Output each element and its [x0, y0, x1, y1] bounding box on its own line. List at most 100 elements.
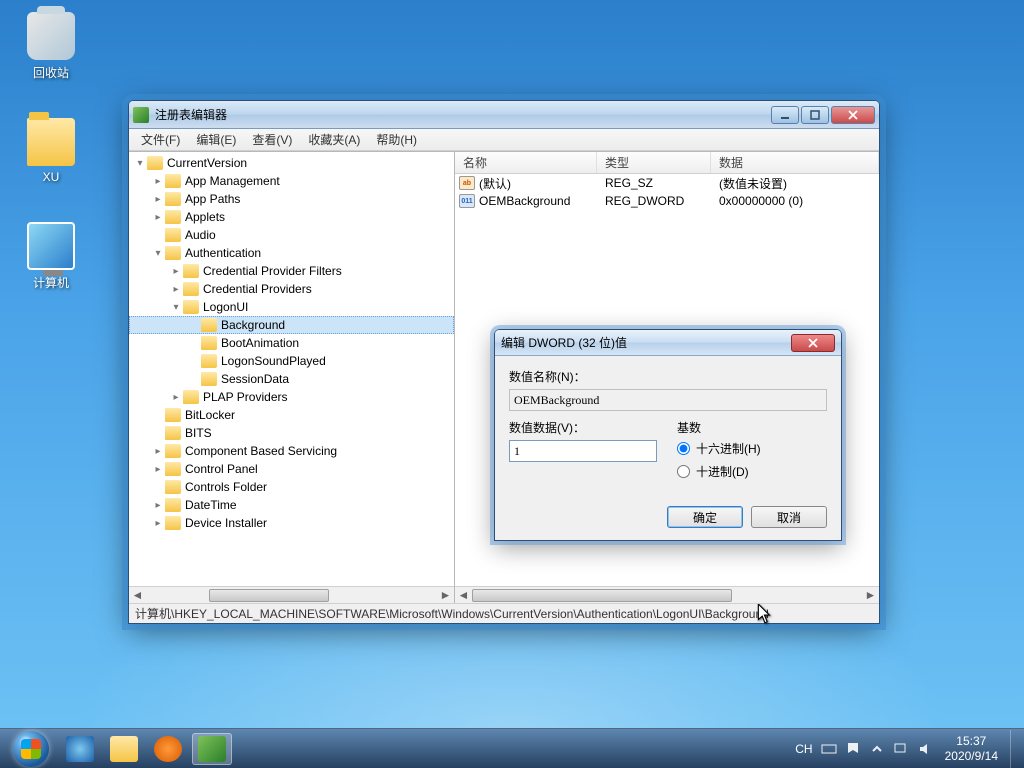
tree-node[interactable]: ▸Control Panel: [129, 460, 454, 478]
taskbar-clock[interactable]: 15:37 2020/9/14: [941, 734, 1002, 763]
close-button[interactable]: [831, 106, 875, 124]
tree-expander-icon[interactable]: ▾: [151, 246, 165, 260]
keyboard-icon[interactable]: [821, 741, 837, 757]
tree-expander-icon[interactable]: ▸: [169, 264, 183, 278]
radio-hex-row[interactable]: 十六进制(H): [677, 440, 761, 457]
tree-expander-icon[interactable]: ▾: [133, 156, 147, 170]
taskbar-media-player[interactable]: [148, 733, 188, 765]
taskbar-regedit[interactable]: [192, 733, 232, 765]
value-data-label: 数值数据(V)：: [509, 419, 657, 436]
value-data-input[interactable]: [509, 440, 657, 462]
tree-node-label: BootAnimation: [221, 336, 299, 350]
col-data[interactable]: 数据: [711, 152, 879, 173]
taskbar-explorer[interactable]: [104, 733, 144, 765]
tree-node[interactable]: ▸Credential Providers: [129, 280, 454, 298]
network-icon[interactable]: [893, 741, 909, 757]
tree-node[interactable]: Controls Folder: [129, 478, 454, 496]
folder-icon: [165, 408, 181, 422]
folder-icon: [183, 264, 199, 278]
tree-node[interactable]: ▾ Authentication: [129, 244, 454, 262]
value-type-icon: 011: [459, 194, 475, 208]
volume-icon[interactable]: [917, 741, 933, 757]
tree-node[interactable]: ▸App Management: [129, 172, 454, 190]
lang-indicator[interactable]: CH: [795, 742, 812, 756]
system-tray[interactable]: CH 15:37 2020/9/14: [787, 734, 1010, 763]
tree-node-label: LogonUI: [203, 300, 248, 314]
tree-pane[interactable]: ▾CurrentVersion▸App Management▸App Paths…: [129, 152, 455, 603]
tree-expander-icon[interactable]: ▸: [169, 390, 183, 404]
tree-expander-icon[interactable]: ▸: [151, 444, 165, 458]
tree-node[interactable]: ▾ LogonUI: [129, 298, 454, 316]
value-data: 0x00000000 (0): [711, 194, 879, 208]
radio-dec[interactable]: [677, 465, 690, 478]
tree-node[interactable]: ▾CurrentVersion: [129, 154, 454, 172]
tree-node-label: LogonSoundPlayed: [221, 354, 326, 368]
tree-node[interactable]: LogonSoundPlayed: [129, 352, 454, 370]
tree-node[interactable]: SessionData: [129, 370, 454, 388]
titlebar[interactable]: 注册表编辑器: [129, 101, 879, 129]
tree-node[interactable]: Background: [129, 316, 454, 334]
folder-icon: [147, 156, 163, 170]
tree-expander-icon[interactable]: ▸: [151, 462, 165, 476]
action-center-icon[interactable]: [845, 741, 861, 757]
minimize-button[interactable]: [771, 106, 799, 124]
menu-favorites[interactable]: 收藏夹(A): [300, 129, 368, 150]
desktop-icon-recycle-bin[interactable]: 回收站: [14, 12, 88, 81]
maximize-button[interactable]: [801, 106, 829, 124]
tree-node[interactable]: BITS: [129, 424, 454, 442]
tree-node[interactable]: ▸PLAP Providers: [129, 388, 454, 406]
menu-help[interactable]: 帮助(H): [368, 129, 425, 150]
regedit-app-icon: [133, 107, 149, 123]
folder-icon: [165, 210, 181, 224]
tree-expander-icon[interactable]: ▸: [169, 282, 183, 296]
dialog-close-button[interactable]: [791, 334, 835, 352]
tree-node[interactable]: ▸Component Based Servicing: [129, 442, 454, 460]
folder-icon: [201, 318, 217, 332]
col-type[interactable]: 类型: [597, 152, 711, 173]
tree-expander-icon[interactable]: ▸: [151, 498, 165, 512]
tree-expander-icon: [151, 426, 165, 440]
tree-node[interactable]: BootAnimation: [129, 334, 454, 352]
folder-icon: [201, 336, 217, 350]
cancel-button[interactable]: 取消: [751, 506, 827, 528]
list-row[interactable]: ab(默认)REG_SZ(数值未设置): [455, 174, 879, 192]
desktop-icon-computer[interactable]: 计算机: [14, 222, 88, 291]
tree-node[interactable]: ▸ Device Installer: [129, 514, 454, 532]
menu-view[interactable]: 查看(V): [244, 129, 300, 150]
desktop-icon-folder-xu[interactable]: XU: [14, 118, 88, 184]
ok-button[interactable]: 确定: [667, 506, 743, 528]
taskbar[interactable]: CH 15:37 2020/9/14: [0, 728, 1024, 768]
tree-node[interactable]: Audio: [129, 226, 454, 244]
radio-hex[interactable]: [677, 442, 690, 455]
folder-icon: [183, 390, 199, 404]
tree-node-label: Device Installer: [185, 516, 267, 530]
value-type: REG_DWORD: [597, 194, 711, 208]
tree-expander-icon[interactable]: ▾: [169, 300, 183, 314]
show-desktop-button[interactable]: [1010, 730, 1020, 768]
value-name: (默认): [479, 175, 511, 192]
radio-dec-row[interactable]: 十进制(D): [677, 463, 761, 480]
tree-expander-icon[interactable]: ▸: [151, 192, 165, 206]
tree-expander-icon[interactable]: ▸: [151, 516, 165, 530]
taskbar-ie[interactable]: [60, 733, 100, 765]
tree-node-label: Authentication: [185, 246, 261, 260]
tree-node[interactable]: ▸DateTime: [129, 496, 454, 514]
list-hscrollbar[interactable]: ◄ ►: [455, 586, 879, 603]
menu-file[interactable]: 文件(F): [133, 129, 188, 150]
tree-node[interactable]: ▸Applets: [129, 208, 454, 226]
menu-edit[interactable]: 编辑(E): [188, 129, 244, 150]
list-row[interactable]: 011OEMBackgroundREG_DWORD0x00000000 (0): [455, 192, 879, 210]
tree-expander-icon[interactable]: ▸: [151, 210, 165, 224]
tree-hscrollbar[interactable]: ◄ ►: [129, 586, 454, 603]
col-name[interactable]: 名称: [455, 152, 597, 173]
tree-node[interactable]: ▸Credential Provider Filters: [129, 262, 454, 280]
tree-expander-icon[interactable]: ▸: [151, 174, 165, 188]
folder-icon: [165, 174, 181, 188]
tree-node[interactable]: BitLocker: [129, 406, 454, 424]
tree-node[interactable]: ▸App Paths: [129, 190, 454, 208]
dialog-titlebar[interactable]: 编辑 DWORD (32 位)值: [495, 330, 841, 356]
menubar: 文件(F) 编辑(E) 查看(V) 收藏夹(A) 帮助(H): [129, 129, 879, 151]
value-type-icon: ab: [459, 176, 475, 190]
chevron-up-icon[interactable]: [869, 741, 885, 757]
start-button[interactable]: [4, 730, 58, 768]
